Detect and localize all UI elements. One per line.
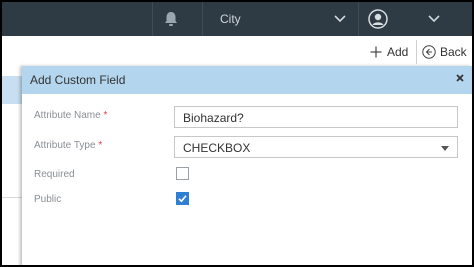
toolbar-divider xyxy=(416,40,417,64)
checkmark-icon xyxy=(178,195,187,203)
required-checkbox[interactable] xyxy=(176,167,189,180)
navbar-divider xyxy=(358,2,359,36)
city-selector-label[interactable]: City xyxy=(220,12,241,26)
chevron-down-icon[interactable] xyxy=(428,14,440,24)
attribute-name-label: Attribute Name * xyxy=(34,110,107,121)
attribute-name-input[interactable]: Biohazard? xyxy=(174,106,458,128)
back-button-label: Back xyxy=(440,45,467,59)
add-button-label: Add xyxy=(387,45,409,59)
attribute-type-label-text: Attribute Type xyxy=(34,140,96,151)
plus-icon xyxy=(370,46,382,58)
attribute-type-select[interactable]: CHECKBOX xyxy=(174,136,458,158)
bell-icon[interactable] xyxy=(162,10,180,28)
background-list xyxy=(2,66,22,265)
public-checkbox[interactable] xyxy=(176,192,189,205)
background-selected-row xyxy=(2,76,22,104)
dialog-header: Add Custom Field xyxy=(22,66,472,94)
required-star: * xyxy=(98,140,103,151)
required-label: Required xyxy=(34,169,75,180)
attribute-type-label: Attribute Type * xyxy=(34,140,102,151)
required-star: * xyxy=(103,110,108,121)
add-custom-field-dialog: Add Custom Field Attribute Name * Biohaz… xyxy=(22,66,472,265)
attribute-type-value: CHECKBOX xyxy=(183,141,251,155)
chevron-down-icon[interactable] xyxy=(334,14,346,24)
page-toolbar: Add Back xyxy=(2,36,472,66)
dropdown-caret-icon xyxy=(441,146,449,151)
back-arrow-icon xyxy=(422,45,436,59)
top-navbar: City xyxy=(2,2,472,36)
add-button[interactable]: Add xyxy=(370,42,408,62)
close-icon[interactable] xyxy=(454,72,466,84)
background-row-divider xyxy=(2,197,22,198)
public-label: Public xyxy=(34,194,62,205)
back-button[interactable]: Back xyxy=(422,42,467,62)
dialog-title: Add Custom Field xyxy=(30,73,126,87)
navbar-divider xyxy=(152,2,153,36)
attribute-name-value: Biohazard? xyxy=(183,111,244,125)
app-window: City Add Back Add Custom Field Attribute… xyxy=(0,0,474,267)
user-icon[interactable] xyxy=(368,9,388,29)
attribute-name-label-text: Attribute Name xyxy=(34,110,101,121)
navbar-divider xyxy=(202,2,203,36)
